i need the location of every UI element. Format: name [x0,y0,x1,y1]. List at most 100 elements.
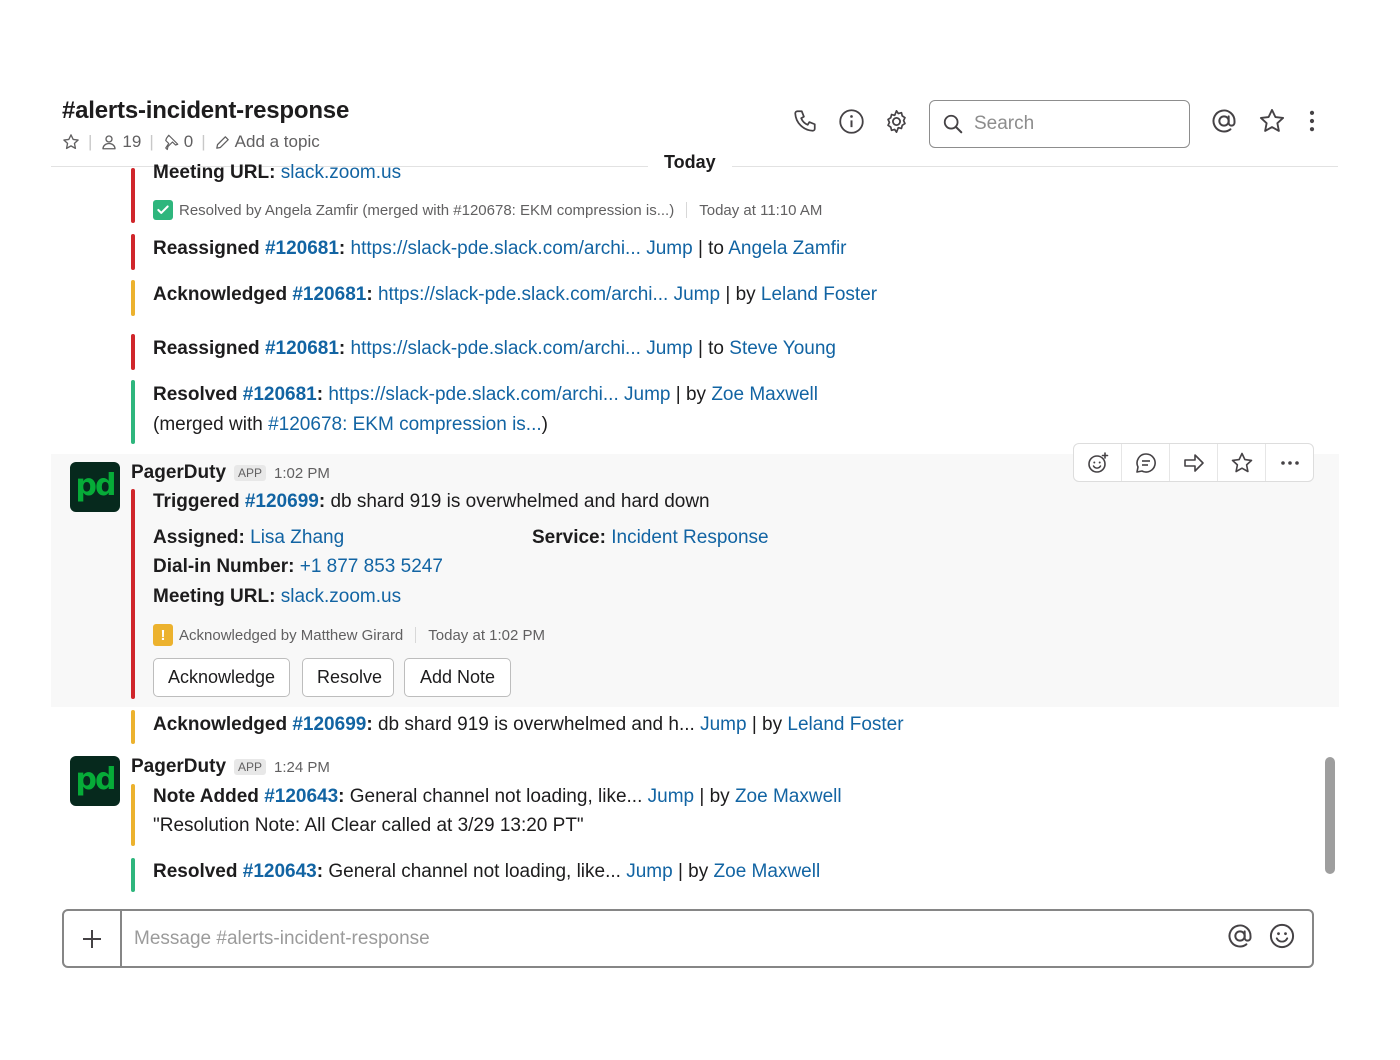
user-link[interactable]: Zoe Maxwell [711,384,818,405]
status-time[interactable]: Today at 1:02 PM [428,627,545,644]
assignee-link[interactable]: Lisa Zhang [250,527,344,548]
status-divider [415,627,417,643]
jump-link[interactable]: Jump [646,338,692,359]
field-label: Meeting URL: [153,586,276,607]
attachment-bar-red [131,334,135,370]
jump-link[interactable]: Jump [648,786,694,807]
status-time[interactable]: Today at 11:10 AM [699,202,822,219]
action-label: Resolved [153,384,238,405]
message-timestamp[interactable]: 1:02 PM [274,465,330,482]
pinned-count-button[interactable]: 0 [162,132,193,152]
status-text: Resolved by Angela Zamfir (merged with #… [179,201,675,219]
jump-link[interactable]: Jump [674,284,720,305]
plus-icon [83,929,101,948]
more-actions-button[interactable] [1266,444,1313,481]
starred-items-button[interactable] [1257,106,1287,136]
incident-link[interactable]: #120681 [265,338,339,359]
add-reaction-button[interactable] [1074,444,1122,481]
star-message-button[interactable] [1218,444,1266,481]
channel-title[interactable]: #alerts-incident-response [62,97,349,125]
user-link[interactable]: Leland Foster [761,284,877,305]
star-icon [1231,452,1252,472]
search-input[interactable]: Search [929,100,1190,148]
dial-in-link[interactable]: +1 877 853 5247 [300,556,443,577]
preposition: | by [699,786,730,807]
add-reaction-icon [1087,451,1108,473]
share-message-button[interactable] [1170,444,1218,481]
add-note-button[interactable]: Add Note [404,658,511,697]
archive-link[interactable]: https://slack-pde.slack.com/archi... [328,384,618,405]
field-meeting-url: Meeting URL: slack.zoom.us [153,586,401,608]
jump-link[interactable]: Jump [626,861,672,882]
archive-link[interactable]: https://slack-pde.slack.com/archi... [351,238,641,259]
channel-settings-button[interactable] [881,106,911,136]
jump-link[interactable]: Jump [624,384,670,405]
action-label: Reassigned [153,238,260,259]
add-topic-button[interactable]: Add a topic [214,132,320,152]
user-link[interactable]: Zoe Maxwell [735,786,842,807]
action-label: Triggered [153,491,240,512]
mentions-button[interactable] [1209,106,1239,136]
scrollbar-thumb[interactable] [1325,757,1335,874]
merged-prefix: (merged with [153,414,263,435]
field-label: Service: [532,527,606,548]
merged-incident-link[interactable]: #120678: EKM compression is... [268,414,542,435]
info-icon [838,108,864,134]
user-link[interactable]: Steve Young [729,338,836,359]
message-line: Acknowledged #120699: db shard 919 is ov… [153,714,904,735]
user-link[interactable]: Zoe Maxwell [714,861,821,882]
attachment-bar-yellow [131,784,135,846]
incident-link[interactable]: #120681 [243,384,317,405]
meeting-url-link[interactable]: slack.zoom.us [281,162,401,183]
sender-name[interactable]: PagerDuty [131,756,226,778]
jump-link[interactable]: Jump [646,238,692,259]
channel-details-button[interactable] [836,106,866,136]
user-link[interactable]: Leland Foster [787,714,903,735]
star-outline-icon [63,134,79,150]
incident-summary: db shard 919 is overwhelmed and h... [377,714,695,735]
sender-name[interactable]: PagerDuty [131,462,226,484]
user-link[interactable]: Angela Zamfir [728,238,846,259]
status-line: ! Acknowledged by Matthew Girard Today a… [153,624,545,646]
meeting-url-link[interactable]: slack.zoom.us [281,586,401,607]
service-link[interactable]: Incident Response [611,527,768,548]
more-options-button[interactable] [1297,106,1327,136]
note-quote: "Resolution Note: All Clear called at 3/… [153,815,584,836]
emoji-button[interactable] [1268,922,1296,955]
preposition: | by [751,714,783,735]
status-divider [686,202,688,218]
action-label: Resolved [153,861,238,882]
attach-button[interactable] [64,911,122,966]
archive-link[interactable]: https://slack-pde.slack.com/archi... [378,284,668,305]
incident-link[interactable]: #120643 [264,786,338,807]
incident-link[interactable]: #120699 [292,714,366,735]
pinned-count: 0 [183,132,194,151]
mention-button[interactable] [1226,922,1254,955]
incident-link[interactable]: #120681 [292,284,366,305]
field-label: Dial-in Number: [153,556,295,577]
resolve-button[interactable]: Resolve [302,658,394,697]
attachment-bar-yellow [131,280,135,316]
attachment-bar-green [131,380,135,444]
star-channel-button[interactable] [62,133,80,151]
incident-link[interactable]: #120699 [245,491,319,512]
incident-link[interactable]: #120681 [265,238,339,259]
jump-link[interactable]: Jump [700,714,746,735]
meta-separator: | [149,132,154,151]
reply-thread-button[interactable] [1122,444,1170,481]
pagerduty-avatar[interactable]: pd [70,756,120,806]
more-horizontal-icon [1280,460,1299,465]
app-badge: APP [234,759,267,775]
emoji-icon [1269,923,1295,949]
action-label: Note Added [153,786,259,807]
pagerduty-avatar[interactable]: pd [70,462,120,512]
meta-separator: | [201,132,206,151]
archive-link[interactable]: https://slack-pde.slack.com/archi... [351,338,641,359]
message-input[interactable] [122,911,1226,966]
message-timestamp[interactable]: 1:24 PM [274,759,330,776]
date-divider[interactable]: Today [648,152,732,173]
acknowledge-button[interactable]: Acknowledge [153,658,290,697]
incident-link[interactable]: #120643 [243,861,317,882]
member-count-button[interactable]: 19 [100,132,141,152]
call-button[interactable] [790,106,820,136]
